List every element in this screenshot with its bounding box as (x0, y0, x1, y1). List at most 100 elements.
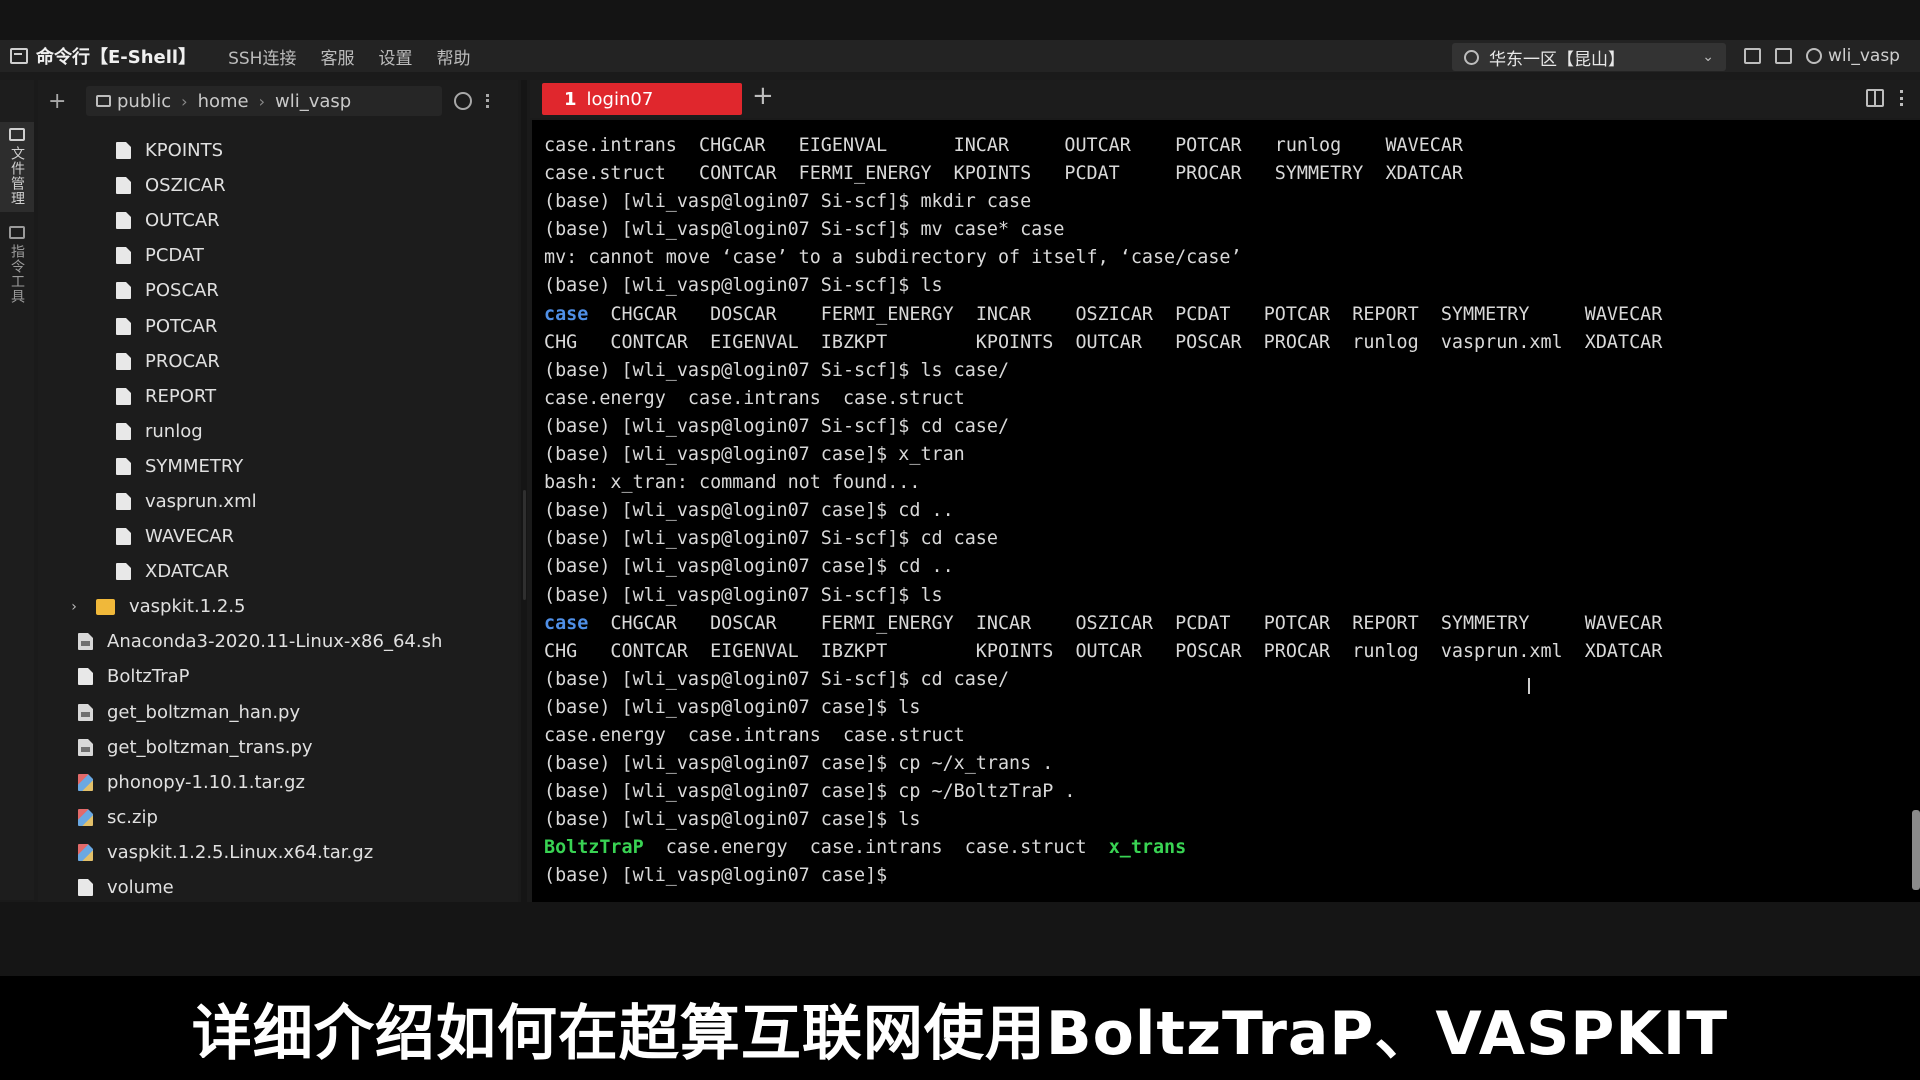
left-rail: 文件管理 指令工具 (0, 80, 34, 900)
file-item[interactable]: get_boltzman_han.py (38, 695, 518, 730)
file-name: get_boltzman_han.py (107, 701, 301, 723)
file-item[interactable]: phonopy-1.10.1.tar.gz (38, 765, 518, 800)
terminal-text: CHGCAR DOSCAR FERMI_ENERGY INCAR OSZICAR… (588, 303, 1663, 325)
file-item[interactable]: get_boltzman_trans.py (38, 730, 518, 765)
app-title-text: 命令行【E-Shell】 (36, 47, 197, 68)
file-icon (116, 142, 131, 160)
new-tab-button[interactable]: + (752, 81, 774, 111)
terminal-line: (base) [wli_vasp@login07 Si-scf]$ ls (544, 272, 1662, 300)
terminal-line: case.energy case.intrans case.struct (544, 385, 1662, 413)
network-icon[interactable] (1775, 48, 1792, 64)
bottom-strip (0, 902, 1920, 976)
add-icon[interactable]: + (48, 89, 74, 114)
rail-command-tools[interactable]: 指令工具 (0, 226, 34, 304)
more-icon[interactable] (486, 94, 490, 108)
file-name: BoltzTraP (107, 666, 190, 688)
terminal-text: mv: cannot move ‘case’ to a subdirectory… (544, 247, 1242, 269)
file-panel-header: + public › home › wli_vasp (38, 86, 518, 116)
file-name: sc.zip (107, 806, 158, 828)
file-name: PROCAR (145, 350, 220, 372)
tab-login07[interactable]: 1 login07 (542, 83, 742, 115)
folder-icon (96, 598, 115, 615)
menu-support[interactable]: 客服 (320, 44, 354, 69)
terminal-text: CHG CONTCAR EIGENVAL IBZKPT KPOINTS OUTC… (544, 640, 1663, 662)
file-name: KPOINTS (145, 140, 224, 162)
breadcrumb-user[interactable]: wli_vasp (275, 91, 351, 112)
terminal-text: (base) [wli_vasp@login07 Si-scf]$ ls cas… (544, 359, 1010, 381)
file-panel: + public › home › wli_vasp KPOINTS OSZICA… (38, 80, 518, 902)
file-item[interactable]: REPORT (38, 379, 518, 414)
file-item[interactable]: XDATCAR (38, 554, 518, 589)
file-item[interactable]: volume (38, 870, 518, 905)
file-icon (116, 563, 131, 581)
file-item[interactable]: POTCAR (38, 308, 518, 343)
terminal-text: (base) [wli_vasp@login07 case]$ cp ~/x_t… (544, 753, 1054, 775)
terminal-text: (base) [wli_vasp@login07 Si-scf]$ cd cas… (544, 528, 998, 550)
file-item[interactable]: SYMMETRY (38, 449, 518, 484)
history-icon[interactable] (454, 92, 472, 110)
menu-settings[interactable]: 设置 (378, 44, 412, 69)
terminal-highlight: x_trans (1108, 837, 1187, 859)
layout-icon[interactable] (1744, 48, 1761, 64)
terminal-text: (base) [wli_vasp@login07 case]$ x_tran (544, 444, 965, 466)
rail-file-manager-label: 文件管理 (9, 146, 25, 206)
breadcrumb-home[interactable]: home (198, 91, 249, 112)
file-icon (116, 247, 131, 265)
file-list: KPOINTS OSZICAR OUTCAR PCDAT POSCAR POTCAR PRO… (38, 133, 518, 905)
file-item[interactable]: OUTCAR (38, 203, 518, 238)
menu-help[interactable]: 帮助 (436, 44, 470, 69)
resize-handle[interactable] (523, 490, 526, 600)
terminal-line: case CHGCAR DOSCAR FERMI_ENERGY INCAR OS… (544, 301, 1662, 329)
file-item[interactable]: PCDAT (38, 238, 518, 273)
file-name: POTCAR (145, 315, 218, 337)
file-name: runlog (145, 420, 203, 442)
file-item[interactable]: WAVECAR (38, 519, 518, 554)
folder-icon (96, 95, 111, 107)
terminal-line: CHG CONTCAR EIGENVAL IBZKPT KPOINTS OUTC… (544, 329, 1662, 357)
terminal-scrollbar[interactable] (1912, 810, 1920, 890)
breadcrumb-separator: › (258, 91, 266, 111)
terminal-line: bash: x_tran: command not found... (544, 469, 1662, 497)
file-item[interactable]: vaspkit.1.2.5.Linux.x64.tar.gz (38, 835, 518, 870)
panel-divider[interactable] (521, 80, 527, 902)
archive-file-icon (78, 773, 93, 791)
file-name: vasprun.xml (145, 490, 257, 512)
file-item[interactable]: BoltzTraP (38, 659, 518, 694)
script-file-icon (78, 738, 93, 756)
file-name: SYMMETRY (145, 455, 244, 477)
terminal-text: case.intrans CHGCAR EIGENVAL INCAR OUTCA… (544, 135, 1463, 156)
file-item[interactable]: PROCAR (38, 344, 518, 379)
file-item[interactable]: runlog (38, 414, 518, 449)
file-icon (78, 668, 93, 686)
terminal-output[interactable]: case.intrans CHGCAR EIGENVAL INCAR OUTCA… (532, 120, 1920, 902)
split-view-icon[interactable] (1866, 89, 1884, 107)
file-item[interactable]: vasprun.xml (38, 484, 518, 519)
terminal-line: (base) [wli_vasp@login07 Si-scf]$ ls (544, 582, 1662, 610)
rail-file-manager[interactable]: 文件管理 (0, 122, 34, 212)
terminal-text: (base) [wli_vasp@login07 case]$ cd .. (544, 556, 954, 578)
menu-ssh[interactable]: SSH连接 (228, 44, 296, 69)
file-item[interactable]: POSCAR (38, 273, 518, 308)
tab-number: 1 (564, 88, 577, 110)
file-item[interactable]: › vaspkit.1.2.5 (38, 589, 518, 624)
user-menu[interactable]: wli_vasp (1806, 46, 1900, 66)
breadcrumb-public[interactable]: public (117, 91, 171, 112)
chevron-right-icon[interactable]: › (64, 599, 84, 615)
terminal-line: (base) [wli_vasp@login07 Si-scf]$ cd cas… (544, 525, 1662, 553)
terminal-text: (base) [wli_vasp@login07 Si-scf]$ cd cas… (544, 415, 1010, 437)
file-item[interactable]: Anaconda3-2020.11-Linux-x86_64.sh (38, 624, 518, 659)
archive-file-icon (78, 843, 93, 861)
terminal-line: (base) [wli_vasp@login07 case]$ cp ~/x_t… (544, 750, 1662, 778)
terminal-text: case.struct CONTCAR FERMI_ENERGY KPOINTS… (544, 163, 1463, 185)
file-name: XDATCAR (145, 561, 230, 583)
file-icon (116, 212, 131, 230)
file-item[interactable]: sc.zip (38, 800, 518, 835)
file-name: WAVECAR (145, 526, 235, 548)
file-item[interactable]: OSZICAR (38, 168, 518, 203)
file-item[interactable]: KPOINTS (38, 133, 518, 168)
terminal-highlight: case (544, 612, 589, 634)
terminal-line: (base) [wli_vasp@login07 Si-scf]$ cd cas… (544, 666, 1662, 694)
region-select[interactable]: 华东一区【昆山】 ⌄ (1452, 43, 1726, 71)
more-icon[interactable] (1900, 90, 1904, 106)
chevron-down-icon: ⌄ (1702, 49, 1714, 65)
